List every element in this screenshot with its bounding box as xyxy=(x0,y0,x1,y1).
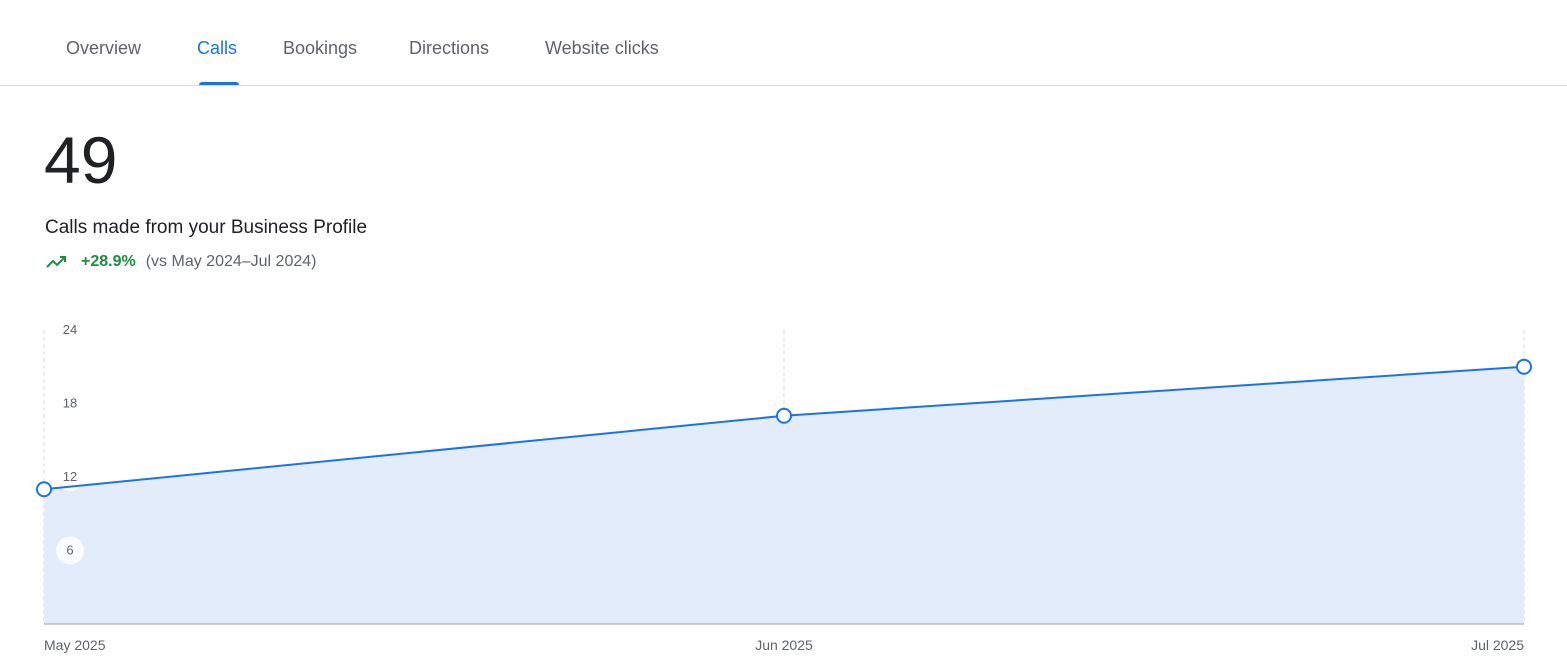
trending-up-icon xyxy=(46,256,66,268)
y-tick-label: 24 xyxy=(63,322,77,337)
tab-bar: Overview Calls Bookings Directions Websi… xyxy=(0,0,1567,86)
x-tick-label: Jun 2025 xyxy=(755,637,813,653)
tab-bookings[interactable]: Bookings xyxy=(283,38,357,59)
trend-comparison: (vs May 2024–Jul 2024) xyxy=(145,253,317,270)
y-tick-label: 6 xyxy=(66,543,73,558)
metric-label: Calls made from your Business Profile xyxy=(45,217,368,238)
tab-website-clicks[interactable]: Website clicks xyxy=(545,38,659,59)
tab-directions[interactable]: Directions xyxy=(409,38,489,59)
data-point xyxy=(36,481,52,498)
y-tick-label: 12 xyxy=(63,469,77,484)
metric-total: 49 xyxy=(44,123,118,197)
calls-area-chart: 6 12 18 24 May 2025 Jun 2025 Jul 2025 xyxy=(36,316,1532,653)
series-area xyxy=(44,366,1524,624)
trend-percentage: +28.9% xyxy=(81,253,136,270)
tab-calls[interactable]: Calls xyxy=(197,38,237,59)
active-tab-indicator xyxy=(199,82,239,85)
y-tick-label: 18 xyxy=(63,396,77,411)
tab-overview[interactable]: Overview xyxy=(66,38,141,59)
x-tick-label: May 2025 xyxy=(44,637,106,653)
data-point xyxy=(776,407,792,424)
x-tick-label: Jul 2025 xyxy=(1471,637,1524,653)
trend-row: +28.9% (vs May 2024–Jul 2024) xyxy=(45,251,316,273)
data-point xyxy=(1516,358,1532,375)
